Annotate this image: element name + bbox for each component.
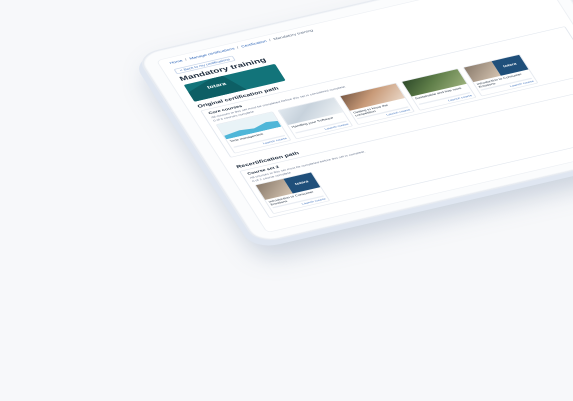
breadcrumb-item-home[interactable]: Home	[169, 59, 184, 65]
stage: Home / Manage certifications / Certifica…	[0, 0, 573, 401]
tablet-device: Home / Manage certifications / Certifica…	[131, 0, 573, 251]
tablet-screen: Home / Manage certifications / Certifica…	[155, 0, 573, 233]
breadcrumb-separator: /	[184, 58, 188, 62]
breadcrumb-separator: /	[268, 38, 272, 43]
tablet-frame: Home / Manage certifications / Certifica…	[135, 0, 573, 245]
totara-logo: totara	[206, 81, 228, 91]
breadcrumb-separator: /	[236, 46, 240, 50]
breadcrumb-current: Mandatory training	[272, 28, 315, 42]
breadcrumb-item-certification[interactable]: Certification	[241, 40, 268, 49]
